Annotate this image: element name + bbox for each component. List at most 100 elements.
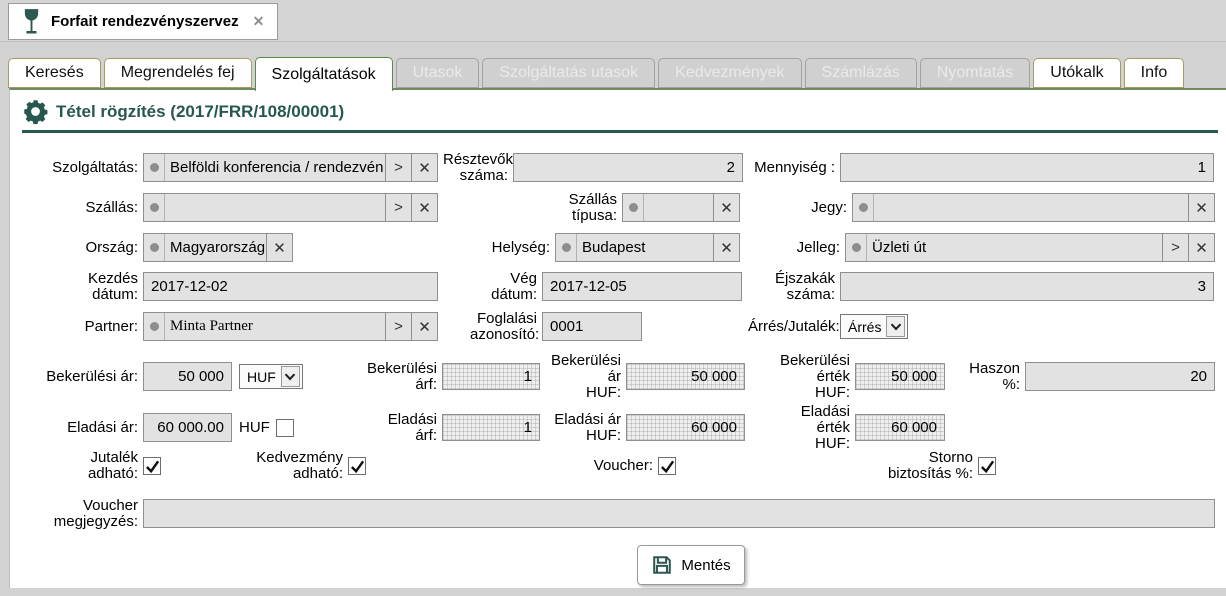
voucher-checkbox[interactable]: [658, 457, 676, 475]
voucher-megjegyzes-input[interactable]: [143, 499, 1215, 528]
bekerulesi-ar-input[interactable]: 50 000: [143, 362, 232, 391]
app-window: Forfait rendezvényszervez ✕ Keresés Megr…: [0, 0, 1226, 596]
eladasi-ar-currency-checkbox[interactable]: [276, 419, 294, 437]
field-label-helyseg: Helység:: [490, 240, 555, 256]
save-button-label: Mentés: [681, 557, 730, 574]
bullet-icon: [144, 234, 165, 261]
szallas-lookup-field[interactable]: > ✕: [143, 193, 438, 222]
field-label-szallas-tipusa: Szállás típusa:: [550, 192, 622, 224]
bullet-icon: [144, 194, 165, 221]
bullet-icon: [144, 154, 165, 181]
bullet-icon: [144, 313, 165, 340]
field-label-szolgaltatas: Szolgáltatás:: [0, 160, 143, 176]
field-label-ejszakak: Éjszakák száma:: [748, 271, 840, 303]
gear-icon: [22, 98, 49, 125]
field-label-bekerulesi-ar: Bekerülési ár:: [0, 369, 143, 385]
item-entry-form: Tétel rögzítés (2017/FRR/108/00001) Szol…: [0, 0, 1226, 596]
szallas-clear-icon[interactable]: ✕: [411, 194, 437, 221]
szolgaltatas-lookup-field[interactable]: Belföldi konferencia / rendezvén > ✕: [143, 153, 438, 182]
field-label-eladasi-ertek-huf: Eladási érték HUF:: [770, 404, 855, 452]
orszag-value[interactable]: Magyarország: [165, 234, 266, 261]
jelleg-clear-icon[interactable]: ✕: [1188, 234, 1214, 261]
field-label-szallas: Szállás:: [0, 200, 143, 216]
field-label-kedvezmeny-adhato: Kedvezmény adható:: [205, 450, 348, 482]
field-label-orszag: Ország:: [0, 240, 143, 256]
storno-biztositas-checkbox[interactable]: [978, 457, 996, 475]
field-label-bekerulesi-ar-huf: Bekerülési ár HUF:: [550, 353, 626, 401]
partner-lookup-field[interactable]: Minta Partner > ✕: [143, 312, 438, 341]
helyseg-value[interactable]: Budapest: [577, 234, 713, 261]
szallas-tipusa-clear-icon[interactable]: ✕: [713, 194, 739, 221]
eladasi-ar-input[interactable]: 60 000.00: [143, 413, 232, 442]
partner-value[interactable]: Minta Partner: [165, 313, 385, 340]
szolgaltatas-value[interactable]: Belföldi konferencia / rendezvén: [165, 154, 385, 181]
field-label-bekerulesi-ertek-huf: Bekerülési érték HUF:: [770, 353, 855, 401]
arres-jutalek-selected-value: Árrés: [848, 319, 881, 335]
field-label-mennyiseg: Mennyiség :: [748, 160, 840, 176]
field-label-veg-datum: Vég dátum:: [470, 271, 542, 303]
bekerulesi-ar-currency-select[interactable]: HUF: [239, 364, 303, 389]
title-divider: [22, 130, 1218, 133]
partner-picker-icon[interactable]: >: [385, 313, 411, 340]
field-label-partner: Partner:: [0, 319, 143, 335]
partner-clear-icon[interactable]: ✕: [411, 313, 437, 340]
jegy-lookup-field[interactable]: ✕: [852, 193, 1215, 222]
bullet-icon: [556, 234, 577, 261]
field-label-jelleg: Jelleg:: [750, 240, 845, 256]
field-label-arres-jutalek: Árrés/Jutalék:: [748, 319, 840, 335]
field-label-resztevok: Résztevők száma:: [443, 152, 513, 184]
szolgaltatas-picker-icon[interactable]: >: [385, 154, 411, 181]
szolgaltatas-clear-icon[interactable]: ✕: [411, 154, 437, 181]
arres-jutalek-select[interactable]: Árrés: [840, 314, 908, 339]
veg-datum-input[interactable]: 2017-12-05: [542, 272, 742, 301]
eladasi-ar-currency-label: HUF: [239, 419, 270, 436]
eladasi-arf-field: 1: [442, 414, 540, 441]
helyseg-clear-icon[interactable]: ✕: [713, 234, 739, 261]
szallas-picker-icon[interactable]: >: [385, 194, 411, 221]
bekerulesi-ar-huf-field: 50 000: [626, 363, 745, 390]
field-label-haszon: Haszon %:: [948, 361, 1025, 393]
jegy-clear-icon[interactable]: ✕: [1188, 194, 1214, 221]
haszon-input[interactable]: 20: [1025, 362, 1215, 391]
orszag-clear-icon[interactable]: ✕: [266, 234, 292, 261]
szallas-tipusa-lookup-field[interactable]: ✕: [622, 193, 740, 222]
bekerulesi-arf-field: 1: [442, 363, 540, 390]
jelleg-lookup-field[interactable]: Üzleti út > ✕: [845, 233, 1215, 262]
bekerulesi-ertek-huf-field: 50 000: [855, 363, 945, 390]
mennyiseg-input[interactable]: 1: [840, 153, 1214, 182]
jegy-value[interactable]: [874, 194, 1188, 221]
save-floppy-icon: [651, 554, 673, 576]
field-label-voucher: Voucher:: [515, 458, 658, 474]
bullet-icon: [853, 194, 874, 221]
field-label-bekerulesi-arf: Bekerülési árf:: [365, 361, 442, 393]
resztevok-input[interactable]: 2: [513, 153, 743, 182]
eladasi-ertek-huf-field: 60 000: [855, 414, 945, 441]
jutalek-adhato-checkbox[interactable]: [143, 457, 161, 475]
szallas-value[interactable]: [165, 194, 385, 221]
jelleg-value[interactable]: Üzleti út: [867, 234, 1162, 261]
orszag-lookup-field[interactable]: Magyarország ✕: [143, 233, 293, 262]
szallas-tipusa-value[interactable]: [644, 194, 713, 221]
ejszakak-input[interactable]: 3: [840, 272, 1214, 301]
foglalasi-azonosito-input[interactable]: 0001: [542, 312, 642, 341]
page-title: Tétel rögzítés (2017/FRR/108/00001): [56, 102, 344, 122]
chevron-down-icon: [886, 316, 905, 337]
save-button[interactable]: Mentés: [637, 545, 745, 585]
bullet-icon: [623, 194, 644, 221]
field-label-storno-biztositas: Storno biztosítás %:: [835, 450, 978, 482]
kedvezmeny-adhato-checkbox[interactable]: [348, 457, 366, 475]
field-label-foglalasi: Foglalási azonosító:: [470, 311, 542, 343]
eladasi-ar-huf-field: 60 000: [626, 414, 745, 441]
field-label-eladasi-ar: Eladási ár:: [0, 420, 143, 436]
field-label-jutalek-adhato: Jutalék adható:: [0, 450, 143, 482]
kezdes-datum-input[interactable]: 2017-12-02: [143, 272, 438, 301]
jelleg-picker-icon[interactable]: >: [1162, 234, 1188, 261]
bullet-icon: [846, 234, 867, 261]
field-label-jegy: Jegy:: [795, 200, 852, 216]
currency-selected-value: HUF: [247, 369, 276, 385]
helyseg-lookup-field[interactable]: Budapest ✕: [555, 233, 740, 262]
field-label-voucher-megjegyzes: Voucher megjegyzés:: [0, 498, 143, 530]
field-label-eladasi-arf: Eladási árf:: [365, 412, 442, 444]
field-label-eladasi-ar-huf: Eladási ár HUF:: [550, 412, 626, 444]
field-label-kezdes-datum: Kezdés dátum:: [0, 271, 143, 303]
